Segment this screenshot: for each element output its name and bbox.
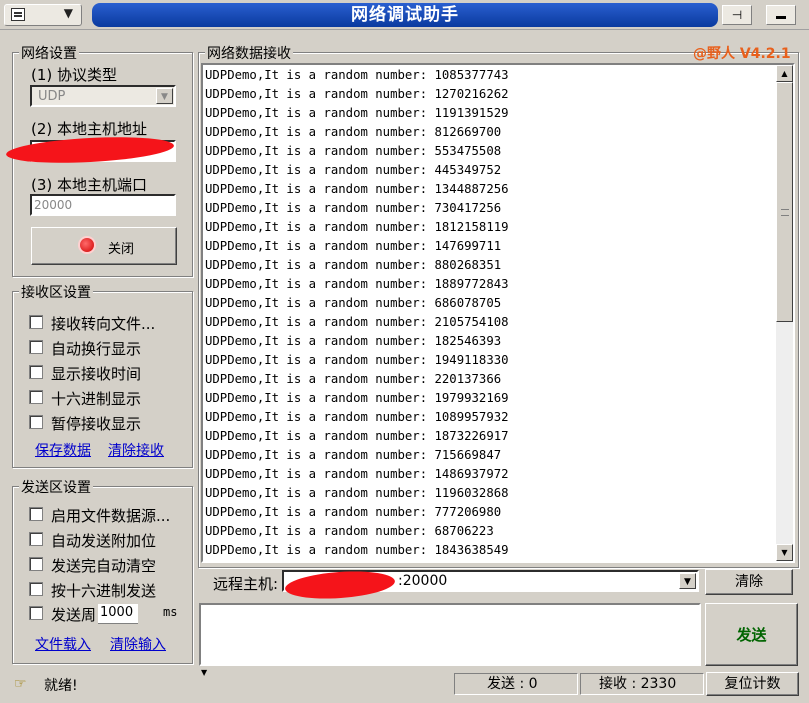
scroll-down-icon[interactable]: ▼ — [776, 544, 793, 561]
vertical-scrollbar[interactable]: ▲ ▼ — [776, 65, 793, 561]
send-period-label: 发送周 — [51, 606, 97, 624]
sent-count-text: 发送 : 0 — [487, 676, 538, 692]
send-option-checkbox[interactable] — [29, 507, 43, 521]
send-textarea[interactable] — [199, 603, 701, 666]
chevron-down-icon[interactable]: ▼ — [156, 88, 173, 104]
version-label: @野人 V4.2.1 — [693, 46, 791, 62]
receive-textarea[interactable]: UDPDemo,It is a random number: 108537774… — [201, 63, 795, 563]
receive-line: UDPDemo,It is a random number: 182546393 — [205, 334, 502, 348]
receive-line: UDPDemo,It is a random number: 181215811… — [205, 220, 509, 234]
network-settings-title: 网络设置 — [19, 43, 79, 63]
receive-line: UDPDemo,It is a random number: 220137366 — [205, 372, 502, 386]
send-option-checkbox[interactable] — [29, 582, 43, 596]
receive-text-lines: UDPDemo,It is a random number: 108537774… — [205, 66, 509, 560]
send-option-checkbox[interactable] — [29, 532, 43, 546]
pin-icon: ⊣ — [731, 8, 743, 22]
scroll-up-icon[interactable]: ▲ — [776, 65, 793, 82]
app-icon — [11, 8, 25, 21]
protocol-value: UDP — [38, 89, 66, 104]
minimize-button[interactable] — [766, 5, 796, 25]
local-port-value: 20000 — [34, 198, 73, 212]
chevron-down-icon: ▼ — [201, 668, 208, 677]
receive-line: UDPDemo,It is a random number: 187322691… — [205, 429, 509, 443]
pointer-hand-icon: ☞ — [14, 676, 27, 692]
receive-line: UDPDemo,It is a random number: 445349752 — [205, 163, 502, 177]
receive-option-label: 十六进制显示 — [51, 390, 142, 408]
reset-count-button[interactable]: 复位计数 — [706, 672, 799, 696]
grip-icon — [781, 209, 789, 216]
receive-line: UDPDemo,It is a random number: 730417256 — [205, 201, 502, 215]
receive-option-checkbox[interactable] — [29, 340, 43, 354]
receive-line: UDPDemo,It is a random number: 210575410… — [205, 315, 509, 329]
received-count-text: 接收 : 2330 — [599, 676, 677, 692]
chevron-down-icon: ▼ — [63, 6, 73, 20]
send-option-checkbox[interactable] — [29, 557, 43, 571]
send-period-checkbox[interactable] — [29, 606, 43, 620]
protocol-label: (1) 协议类型 — [31, 66, 118, 84]
receive-option-label: 接收转向文件... — [51, 315, 156, 333]
send-period-value: 1000 — [100, 605, 134, 620]
receive-line: UDPDemo,It is a random number: 119139152… — [205, 106, 509, 120]
local-host-label: (2) 本地主机地址 — [31, 120, 148, 138]
save-data-link[interactable]: 保存数据 — [35, 440, 91, 460]
receive-line: UDPDemo,It is a random number: 812669700 — [205, 125, 502, 139]
receive-line: UDPDemo,It is a random number: 108995793… — [205, 410, 509, 424]
status-light-icon — [80, 238, 94, 252]
clear-input-link[interactable]: 清除输入 — [110, 634, 166, 654]
send-settings-title: 发送区设置 — [19, 477, 93, 497]
receive-option-label: 显示接收时间 — [51, 365, 142, 383]
send-button[interactable]: 发送 — [705, 603, 798, 666]
minimize-icon — [776, 16, 786, 19]
receive-line: UDPDemo,It is a random number: 134488725… — [205, 182, 509, 196]
receive-line: UDPDemo,It is a random number: 148693797… — [205, 467, 509, 481]
send-option-label: 按十六进制发送 — [51, 582, 157, 600]
receive-line: UDPDemo,It is a random number: 197993216… — [205, 391, 509, 405]
remote-host-label: 远程主机: — [213, 575, 279, 593]
receive-option-checkbox[interactable] — [29, 415, 43, 429]
clear-receive-link[interactable]: 清除接收 — [108, 440, 164, 460]
receive-line: UDPDemo,It is a random number: 188977284… — [205, 277, 509, 291]
close-button-label: 关闭 — [108, 242, 135, 257]
receive-line: UDPDemo,It is a random number: 194911833… — [205, 353, 509, 367]
local-port-input[interactable]: 20000 — [30, 194, 176, 216]
chevron-down-icon[interactable]: ▼ — [679, 573, 696, 589]
receive-option-checkbox[interactable] — [29, 315, 43, 329]
scrollbar-thumb[interactable] — [776, 82, 793, 322]
receive-option-checkbox[interactable] — [29, 365, 43, 379]
receive-line: UDPDemo,It is a random number: 127021626… — [205, 87, 509, 101]
close-connection-button[interactable]: 关闭 — [31, 227, 177, 265]
status-ready: 就绪! — [44, 678, 78, 694]
receive-line: UDPDemo,It is a random number: 68706223 — [205, 524, 494, 538]
receive-line: UDPDemo,It is a random number: 184363854… — [205, 543, 509, 557]
local-port-label: (3) 本地主机端口 — [31, 176, 148, 194]
receive-line: UDPDemo,It is a random number: 880268351 — [205, 258, 502, 272]
send-period-unit: ms — [163, 605, 178, 619]
receive-settings-title: 接收区设置 — [19, 282, 93, 302]
remote-host-value: :20000 — [398, 573, 448, 589]
receive-line: UDPDemo,It is a random number: 553475508 — [205, 144, 502, 158]
pin-button[interactable]: ⊣ — [722, 5, 752, 25]
send-option-label: 启用文件数据源... — [51, 507, 171, 525]
system-menu-button[interactable]: ▼ — [4, 4, 82, 26]
receive-area-title: 网络数据接收 — [205, 43, 293, 63]
receive-line: UDPDemo,It is a random number: 119603286… — [205, 486, 509, 500]
receive-line: UDPDemo,It is a random number: 715669847 — [205, 448, 502, 462]
send-option-label: 自动发送附加位 — [51, 532, 157, 550]
receive-line: UDPDemo,It is a random number: 686078705 — [205, 296, 502, 310]
window-title: 网络调试助手 — [92, 3, 718, 27]
send-period-input[interactable]: 1000 — [98, 604, 138, 624]
received-count: 接收 : 2330 — [580, 673, 704, 695]
receive-option-checkbox[interactable] — [29, 390, 43, 404]
receive-line: UDPDemo,It is a random number: 108537774… — [205, 68, 509, 82]
receive-option-label: 暂停接收显示 — [51, 415, 142, 433]
sent-count: 发送 : 0 — [454, 673, 578, 695]
protocol-select[interactable]: UDP ▼ — [30, 85, 176, 107]
remote-clear-button[interactable]: 清除 — [705, 569, 793, 595]
receive-line: UDPDemo,It is a random number: 777206980 — [205, 505, 502, 519]
receive-option-label: 自动换行显示 — [51, 340, 142, 358]
load-file-link[interactable]: 文件载入 — [35, 634, 91, 654]
send-option-label: 发送完自动清空 — [51, 557, 157, 575]
title-bar: ▼ 网络调试助手 ⊣ — [0, 0, 809, 30]
receive-line: UDPDemo,It is a random number: 147699711 — [205, 239, 502, 253]
